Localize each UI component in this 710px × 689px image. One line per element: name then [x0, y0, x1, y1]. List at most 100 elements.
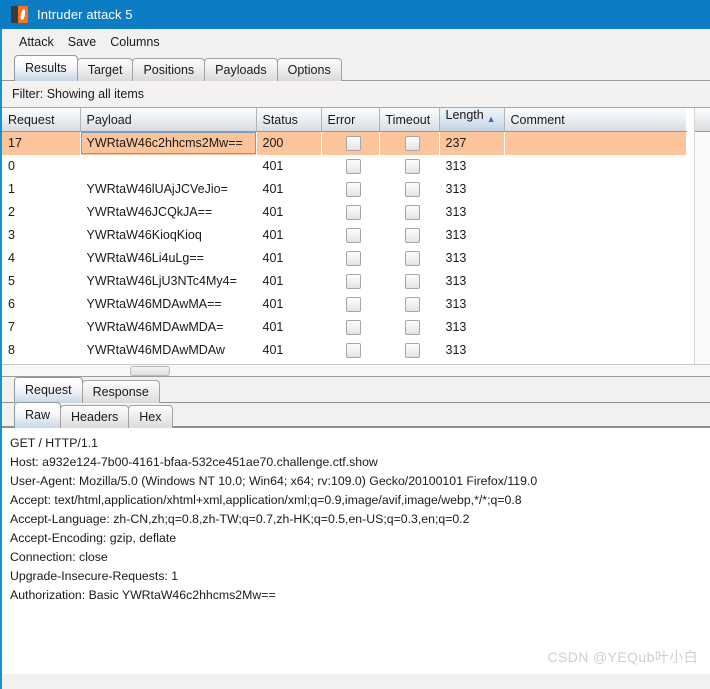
cell-error-checkbox[interactable] [321, 224, 379, 247]
table-row[interactable]: 1 YWRtaW46lUAjJCVeJio= 401 313 [2, 178, 686, 201]
cell-timeout-checkbox[interactable] [379, 201, 439, 224]
checkbox-unchecked-icon[interactable] [345, 204, 361, 220]
window-titlebar: Intruder attack 5 [0, 0, 710, 29]
column-header-payload[interactable]: Payload [80, 108, 257, 132]
tab-results[interactable]: Results [14, 55, 78, 81]
view-tab-strip: Raw Headers Hex [2, 402, 710, 428]
cell-payload: YWRtaW46LjU3NTc4My4= [86, 274, 237, 288]
cell-comment [504, 201, 686, 224]
cell-error-checkbox[interactable] [321, 316, 379, 339]
checkbox-unchecked-icon[interactable] [404, 273, 420, 289]
cell-timeout-checkbox[interactable] [379, 131, 439, 155]
cell-payload: YWRtaW46KioqKioq [86, 228, 202, 242]
cell-error-checkbox[interactable] [321, 339, 379, 362]
cell-comment [504, 224, 686, 247]
cell-error-checkbox[interactable] [321, 270, 379, 293]
table-row[interactable]: 4 YWRtaW46Li4uLg== 401 313 [2, 247, 686, 270]
table-row[interactable]: 17 YWRtaW46c2hhcms2Mw== 200 237 [2, 131, 686, 155]
raw-request-viewer[interactable]: GET / HTTP/1.1 Host: a932e124-7b00-4161-b… [2, 428, 710, 674]
column-header-status[interactable]: Status [256, 108, 322, 132]
table-row[interactable]: 2 YWRtaW46JCQkJA== 401 313 [2, 201, 686, 224]
cell-timeout-checkbox[interactable] [379, 293, 439, 316]
checkbox-unchecked-icon[interactable] [345, 250, 361, 266]
cell-timeout-checkbox[interactable] [379, 247, 439, 270]
checkbox-unchecked-icon[interactable] [345, 296, 361, 312]
checkbox-unchecked-icon[interactable] [345, 158, 361, 174]
menu-item-save[interactable]: Save [61, 33, 104, 51]
raw-request-line: Connection: close [10, 550, 108, 564]
cell-timeout-checkbox[interactable] [379, 270, 439, 293]
cell-comment [504, 316, 686, 339]
cell-error-checkbox[interactable] [321, 201, 379, 224]
results-horizontal-scrollbar[interactable] [2, 364, 710, 376]
table-row[interactable]: 0 401 313 [2, 155, 686, 178]
cell-error-checkbox[interactable] [321, 293, 379, 316]
cell-request: 7 [8, 320, 15, 334]
checkbox-unchecked-icon[interactable] [404, 319, 420, 335]
checkbox-unchecked-icon[interactable] [404, 342, 420, 358]
scrollbar-thumb[interactable] [130, 366, 170, 376]
tab-hex[interactable]: Hex [128, 405, 173, 428]
cell-status: 401 [262, 159, 284, 173]
tab-positions[interactable]: Positions [132, 58, 206, 81]
table-row[interactable]: 6 YWRtaW46MDAwMA== 401 313 [2, 293, 686, 316]
tab-options[interactable]: Options [276, 58, 342, 81]
cell-length: 313 [445, 343, 467, 357]
cell-status: 401 [262, 205, 284, 219]
table-row[interactable]: 8 YWRtaW46MDAwMDAw 401 313 [2, 339, 686, 362]
filter-bar[interactable]: Filter: Showing all items [2, 81, 710, 108]
cell-timeout-checkbox[interactable] [379, 316, 439, 339]
column-header-comment[interactable]: Comment [504, 108, 686, 132]
checkbox-unchecked-icon[interactable] [345, 227, 361, 243]
column-header-request[interactable]: Request [2, 108, 81, 132]
tab-headers[interactable]: Headers [60, 405, 130, 428]
checkbox-unchecked-icon[interactable] [404, 158, 420, 174]
tab-request[interactable]: Request [14, 377, 83, 403]
checkbox-unchecked-icon[interactable] [345, 135, 361, 151]
cell-payload: YWRtaW46c2hhcms2Mw== [80, 131, 256, 155]
checkbox-unchecked-icon[interactable] [404, 204, 420, 220]
cell-status: 401 [262, 297, 284, 311]
cell-length: 313 [445, 205, 467, 219]
table-row[interactable]: 7 YWRtaW46MDAwMDA= 401 313 [2, 316, 686, 339]
column-header-error[interactable]: Error [321, 108, 380, 132]
cell-timeout-checkbox[interactable] [379, 339, 439, 362]
cell-error-checkbox[interactable] [321, 178, 379, 201]
checkbox-unchecked-icon[interactable] [404, 227, 420, 243]
raw-request-line: Host: a932e124-7b00-4161-bfaa-532ce451ae… [10, 455, 378, 469]
table-row[interactable]: 3 YWRtaW46KioqKioq 401 313 [2, 224, 686, 247]
results-panel: Filter: Showing all items Request Payloa… [2, 81, 710, 377]
results-vertical-scrollbar[interactable] [694, 108, 710, 376]
cell-request: 17 [2, 131, 80, 155]
table-row[interactable]: 5 YWRtaW46LjU3NTc4My4= 401 313 [2, 270, 686, 293]
checkbox-unchecked-icon[interactable] [345, 273, 361, 289]
raw-request-line: User-Agent: Mozilla/5.0 (Windows NT 10.0… [10, 474, 538, 488]
cell-error-checkbox[interactable] [321, 155, 379, 178]
column-header-length[interactable]: Length ▲ [439, 108, 505, 132]
checkbox-unchecked-icon[interactable] [404, 250, 420, 266]
menu-item-attack[interactable]: Attack [12, 33, 61, 51]
cell-error-checkbox[interactable] [321, 131, 379, 155]
cell-timeout-checkbox[interactable] [379, 178, 439, 201]
cell-payload: YWRtaW46lUAjJCVeJio= [86, 182, 228, 196]
checkbox-unchecked-icon[interactable] [345, 181, 361, 197]
results-table: Request Payload Status Error Timeout Len… [2, 108, 687, 362]
cell-error-checkbox[interactable] [321, 247, 379, 270]
cell-request: 6 [8, 297, 15, 311]
cell-timeout-checkbox[interactable] [379, 155, 439, 178]
checkbox-unchecked-icon[interactable] [345, 342, 361, 358]
checkbox-unchecked-icon[interactable] [404, 296, 420, 312]
tab-target[interactable]: Target [76, 58, 134, 81]
raw-request-line: Accept-Encoding: gzip, deflate [10, 531, 177, 545]
checkbox-unchecked-icon[interactable] [345, 319, 361, 335]
cell-timeout-checkbox[interactable] [379, 224, 439, 247]
tab-raw[interactable]: Raw [14, 402, 62, 428]
tab-payloads[interactable]: Payloads [204, 58, 278, 81]
menu-item-columns[interactable]: Columns [103, 33, 166, 51]
tab-response[interactable]: Response [81, 380, 160, 403]
checkbox-unchecked-icon[interactable] [404, 135, 420, 151]
cell-status: 401 [262, 251, 284, 265]
column-header-timeout[interactable]: Timeout [379, 108, 440, 132]
cell-payload [80, 155, 256, 178]
checkbox-unchecked-icon[interactable] [404, 181, 420, 197]
